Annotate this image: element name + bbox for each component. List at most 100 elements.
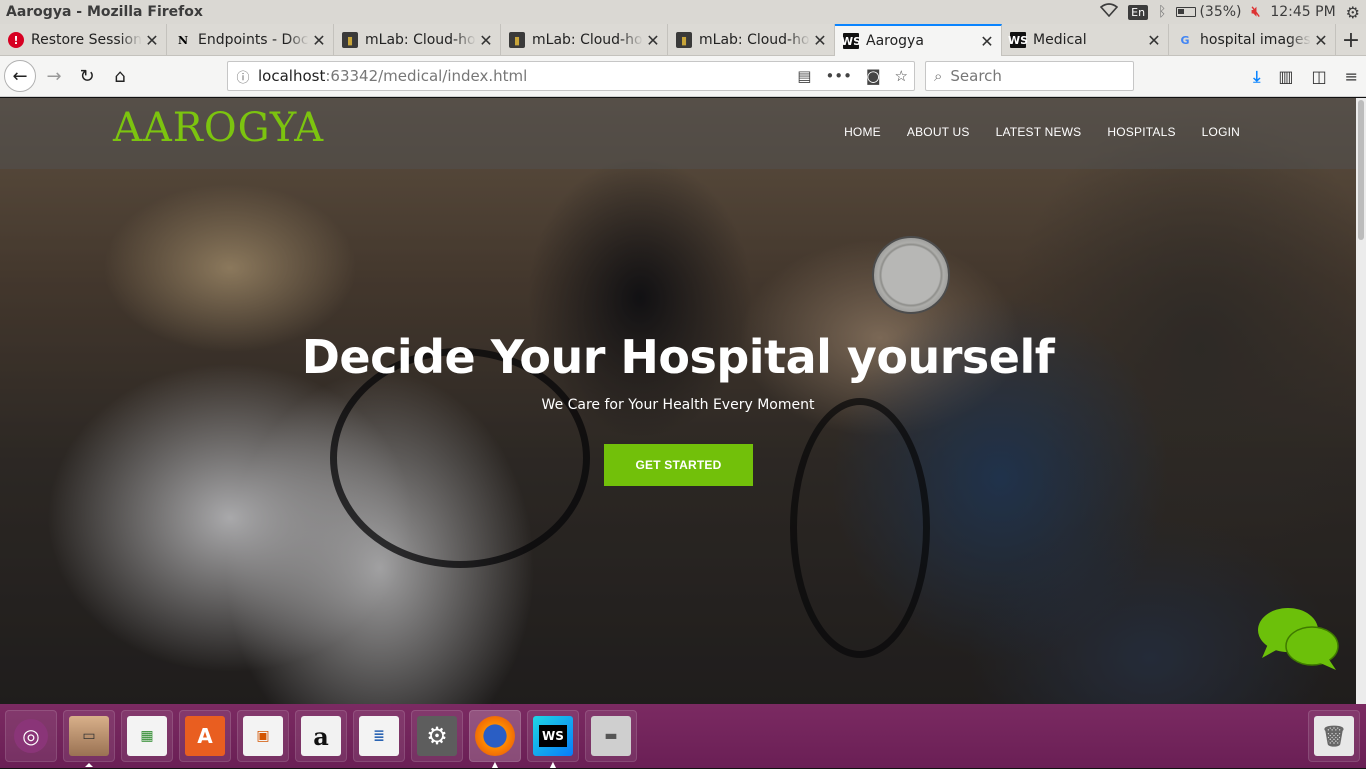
sidebar-icon[interactable]: ◫	[1311, 67, 1326, 86]
site-info-icon[interactable]: ⓘ	[228, 67, 258, 86]
url-host: localhost	[258, 67, 326, 85]
chat-bubbles-icon[interactable]	[1256, 606, 1340, 672]
webstorm-ws-glyph: WS	[539, 725, 567, 747]
bookmark-star-icon[interactable]: ☆	[895, 67, 908, 85]
tab-medical[interactable]: WS Medical ✕	[1002, 24, 1169, 56]
os-top-panel: Aarogya - Mozilla Firefox En ᛒ (35%) 🔇︎ …	[0, 0, 1366, 24]
menu-item-login[interactable]: LOGIN	[1202, 125, 1240, 139]
hero-subtitle: We Care for Your Health Every Moment	[541, 397, 815, 413]
webstorm-glyph: WS	[533, 716, 573, 756]
firefox-icon[interactable]: ▲	[469, 710, 521, 769]
site-logo[interactable]: AAROGYA	[113, 105, 324, 151]
page-actions-icon[interactable]: •••	[825, 67, 852, 85]
home-button[interactable]: ⌂	[105, 61, 135, 91]
window-title: Aarogya - Mozilla Firefox	[6, 4, 203, 20]
mlab-icon: ▮	[342, 32, 358, 48]
tab-label: mLab: Cloud-hosted MongoDB	[532, 32, 643, 48]
battery-percent: (35%)	[1199, 4, 1242, 20]
session-gear-icon[interactable]: ⚙	[1346, 3, 1360, 22]
tab-label: mLab: Cloud-hosted MongoDB	[699, 32, 810, 48]
menu-item-hospitals[interactable]: HOSPITALS	[1107, 125, 1175, 139]
battery-icon	[1176, 7, 1197, 17]
clock[interactable]: 12:45 PM	[1270, 4, 1335, 20]
pocket-icon[interactable]: ◙	[866, 67, 881, 85]
tab-mlab-2[interactable]: ▮ mLab: Cloud-hosted MongoDB ✕	[501, 24, 668, 56]
files-icon[interactable]: ▭	[63, 710, 115, 767]
menu-item-about-us[interactable]: ABOUT US	[907, 125, 970, 139]
launcher-dock: ◎ ▭ ▦ A ▣ a ≣ ⚙ ▲ WS ▲ ▬ 🗑︎	[0, 704, 1366, 769]
menu-item-latest-news[interactable]: LATEST NEWS	[996, 125, 1082, 139]
disk-drive-icon[interactable]: ▬	[585, 710, 637, 762]
tab-endpoints[interactable]: N Endpoints - Documentation ✕	[167, 24, 334, 56]
webstorm-icon[interactable]: WS ▲	[527, 710, 579, 769]
libreoffice-writer-icon[interactable]: ≣	[353, 710, 405, 762]
reader-view-icon[interactable]: ▤	[797, 67, 811, 85]
tab-hospital-images[interactable]: G hospital images ✕	[1169, 24, 1336, 56]
search-placeholder: Search	[950, 67, 1002, 85]
close-tab-icon[interactable]: ✕	[810, 31, 830, 50]
tab-label: mLab: Cloud-hosted MongoDB	[365, 32, 476, 48]
google-icon: G	[1180, 33, 1190, 47]
bluetooth-icon[interactable]: ᛒ	[1158, 4, 1166, 20]
trash-icon[interactable]: 🗑︎	[1308, 710, 1360, 762]
amazon-icon[interactable]: a	[295, 710, 347, 762]
ubuntu-logo-icon[interactable]: ◎	[5, 710, 57, 762]
close-tab-icon[interactable]: ✕	[977, 32, 997, 51]
wifi-icon[interactable]	[1099, 3, 1119, 21]
close-tab-icon[interactable]: ✕	[476, 31, 496, 50]
software-center-icon[interactable]: A	[179, 710, 231, 762]
navigation-toolbar: ← → ↻ ⌂ ⓘ localhost:63342/medical/index.…	[0, 56, 1366, 97]
running-indicator: ▲	[549, 760, 557, 769]
tab-restore-session[interactable]: ! Restore Session ✕	[0, 24, 167, 56]
close-tab-icon[interactable]: ✕	[1144, 31, 1164, 50]
close-tab-icon[interactable]: ✕	[1311, 31, 1331, 50]
reload-button[interactable]: ↻	[72, 61, 102, 91]
close-tab-icon[interactable]: ✕	[643, 31, 663, 50]
library-icon[interactable]: ▥	[1278, 67, 1293, 86]
ubuntu-logo-glyph: ◎	[14, 719, 48, 753]
menu-hamburger-icon[interactable]: ≡	[1345, 67, 1358, 86]
files-glyph: ▭	[69, 716, 109, 756]
notion-icon: N	[177, 33, 189, 47]
downloads-icon[interactable]: ⤓	[1253, 67, 1260, 87]
tab-label: hospital images	[1200, 32, 1311, 48]
tab-aarogya[interactable]: WS Aarogya ✕	[835, 24, 1002, 56]
trash-glyph: 🗑︎	[1314, 716, 1354, 756]
scrollbar-thumb[interactable]	[1358, 100, 1364, 240]
get-started-button[interactable]: GET STARTED	[604, 444, 753, 486]
impress-glyph: ▣	[243, 716, 283, 756]
hero-title: Decide Your Hospital yourself	[301, 330, 1055, 384]
keyboard-layout-indicator[interactable]: En	[1128, 4, 1149, 20]
search-input[interactable]: ⌕ Search	[925, 61, 1134, 91]
webstorm-icon: WS	[1007, 32, 1029, 48]
system-indicators: En ᛒ (35%) 🔇︎ 12:45 PM ⚙	[1099, 0, 1366, 24]
page-scrollbar[interactable]	[1356, 98, 1366, 704]
libreoffice-impress-icon[interactable]: ▣	[237, 710, 289, 762]
tab-label: Endpoints - Documentation	[198, 32, 309, 48]
calc-glyph: ▦	[127, 716, 167, 756]
system-settings-icon[interactable]: ⚙	[411, 710, 463, 762]
webstorm-icon: WS	[840, 33, 862, 49]
battery-indicator[interactable]: (35%)	[1176, 4, 1242, 20]
tab-mlab-1[interactable]: ▮ mLab: Cloud-hosted MongoDB ✕	[334, 24, 501, 56]
speaker-muted-icon[interactable]: 🔇︎	[1252, 4, 1261, 20]
software-center-glyph: A	[185, 716, 225, 756]
forward-button[interactable]: →	[39, 61, 69, 91]
firefox-glyph	[475, 716, 515, 756]
page-viewport: AAROGYA HOME ABOUT US LATEST NEWS HOSPIT…	[0, 98, 1366, 704]
tab-mlab-3[interactable]: ▮ mLab: Cloud-hosted MongoDB ✕	[668, 24, 835, 56]
menu-item-home[interactable]: HOME	[844, 125, 881, 139]
close-tab-icon[interactable]: ✕	[309, 31, 329, 50]
url-bar[interactable]: ⓘ localhost:63342/medical/index.html ▤ •…	[227, 61, 915, 91]
url-text[interactable]: localhost:63342/medical/index.html	[258, 67, 527, 85]
url-actions: ▤ ••• ◙ ☆	[797, 62, 908, 90]
back-button[interactable]: ←	[4, 60, 36, 92]
writer-glyph: ≣	[359, 716, 399, 756]
running-indicator	[85, 763, 93, 767]
running-indicator: ▲	[491, 760, 499, 769]
settings-glyph: ⚙	[417, 716, 457, 756]
close-tab-icon[interactable]: ✕	[142, 31, 162, 50]
libreoffice-calc-icon[interactable]: ▦	[121, 710, 173, 762]
disk-glyph: ▬	[591, 716, 631, 756]
new-tab-button[interactable]: +	[1336, 24, 1366, 56]
